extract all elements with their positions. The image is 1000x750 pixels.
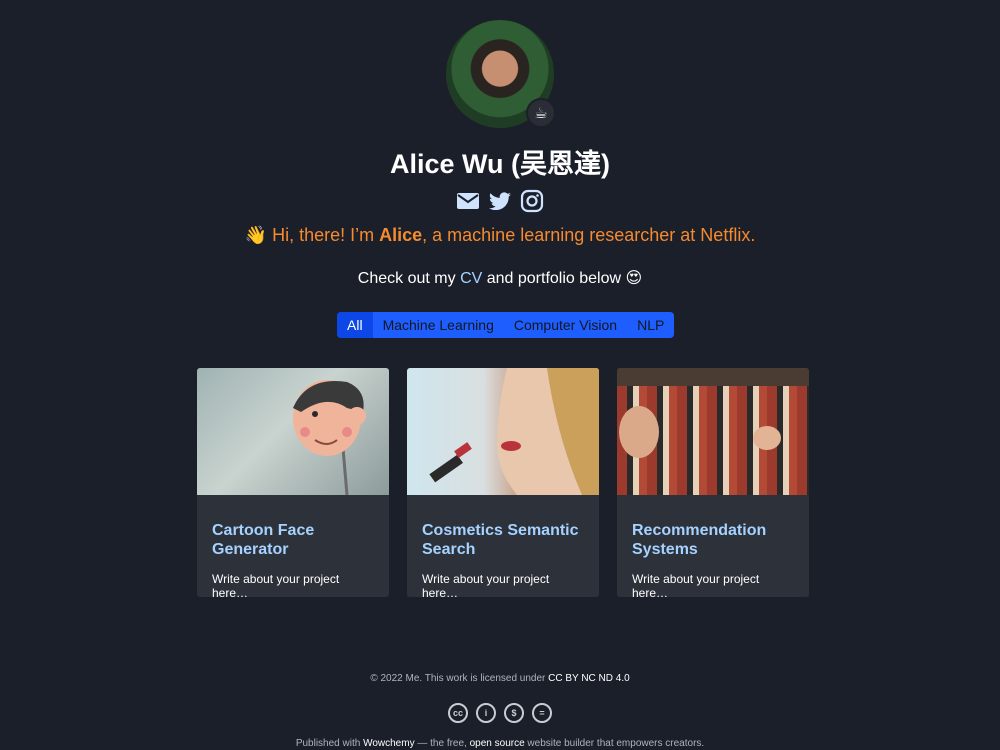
email-link[interactable] [456, 189, 480, 213]
footer-pub-middle: — the free, [414, 738, 470, 749]
wowchemy-link[interactable]: Wowchemy [363, 738, 415, 749]
page: ☕ Alice Wu (吴恩達) 👋 Hi, there! I’m Alice,… [0, 0, 1000, 750]
project-card-cosmetics-search[interactable]: Cosmetics Semantic Search Write about yo… [407, 368, 599, 597]
cv-line-suffix: and portfolio below 😍 [482, 270, 643, 287]
open-source-link[interactable]: open source [470, 738, 525, 749]
profile-name: Alice Wu (吴恩達) [389, 149, 610, 179]
filter-machine-learning[interactable]: Machine Learning [372, 312, 504, 338]
cc-icon: cc [448, 703, 468, 723]
twitter-icon [489, 192, 511, 211]
nd-icon: = [532, 703, 552, 723]
lipstick-photo [429, 368, 599, 495]
cv-link[interactable]: CV [460, 270, 482, 287]
license-icons: cc i $ = [0, 703, 1000, 723]
project-summary: Write about your project here… [422, 572, 550, 597]
status-badge: ☕ [526, 98, 556, 128]
envelope-icon [457, 193, 479, 209]
project-summary: Write about your project here… [212, 572, 340, 597]
tagline-name: Alice [379, 225, 423, 245]
footer-copyright: © 2022 Me. This work is licensed under C… [0, 673, 1000, 684]
tagline-prefix: Hi, there! I’m [267, 225, 380, 245]
filter-computer-vision[interactable]: Computer Vision [503, 312, 628, 338]
footer-pub-prefix: Published with [295, 738, 364, 749]
project-summary: Write about your project here… [632, 572, 760, 597]
project-title[interactable]: Recommendation Systems [632, 521, 794, 559]
social-links [0, 189, 1000, 213]
project-cards: Cartoon Face Generator Write about your … [197, 368, 809, 597]
footer-copy-prefix: © 2022 Me. This work is licensed under [370, 673, 549, 684]
project-card-recommendation[interactable]: Recommendation Systems Write about your … [617, 368, 809, 597]
cv-line-prefix: Check out my [357, 270, 461, 287]
footer-published: Published with Wowchemy — the free, open… [0, 738, 1000, 749]
project-title[interactable]: Cartoon Face Generator [212, 521, 374, 559]
instagram-icon [520, 189, 544, 213]
footer-pub-suffix: website builder that empowers creators. [524, 738, 705, 749]
by-icon: i [476, 703, 496, 723]
nc-icon: $ [504, 703, 524, 723]
project-image[interactable] [617, 368, 809, 495]
project-image[interactable] [197, 368, 389, 495]
wave-emoji: 👋 [244, 225, 268, 245]
project-image[interactable] [407, 368, 599, 495]
avatar-wrap: ☕ [446, 20, 556, 128]
project-card-cartoon-face[interactable]: Cartoon Face Generator Write about your … [197, 368, 389, 597]
project-title[interactable]: Cosmetics Semantic Search [422, 521, 584, 559]
cartoon-face-illustration [293, 380, 366, 495]
tagline: 👋 Hi, there! I’m Alice, a machine learni… [0, 225, 1000, 246]
license-link[interactable]: CC BY NC ND 4.0 [548, 673, 630, 684]
filter-all[interactable]: All [337, 312, 373, 338]
tagline-suffix: , a machine learning researcher at Netfl… [422, 225, 756, 245]
project-filters: All Machine Learning Computer Vision NLP [337, 312, 675, 338]
twitter-link[interactable] [488, 189, 512, 213]
clothing-rack-photo [617, 368, 809, 458]
instagram-link[interactable] [520, 189, 544, 213]
filter-nlp[interactable]: NLP [627, 312, 675, 338]
cv-line: Check out my CV and portfolio below 😍 [0, 268, 1000, 288]
